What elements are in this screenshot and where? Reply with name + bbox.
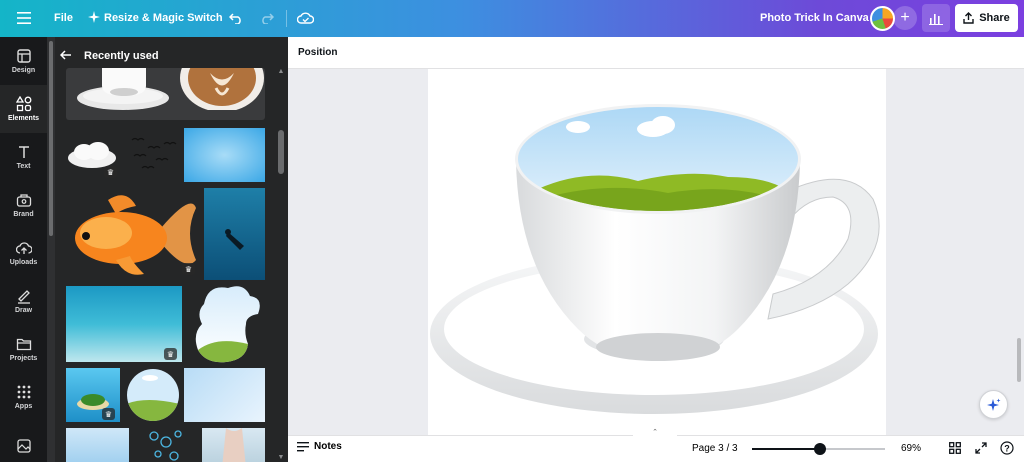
thumbnail-cloud[interactable]: ♛ [64, 134, 120, 178]
resize-label: Resize & Magic Switch [104, 12, 223, 24]
upload-icon [963, 12, 974, 24]
rail-item-elements[interactable]: Elements [0, 85, 47, 133]
premium-crown-icon: ♛ [104, 166, 117, 178]
bar-chart-icon [929, 13, 943, 25]
rail-item-design[interactable]: Design [0, 37, 47, 85]
zoom-slider-fill [752, 448, 820, 450]
thumbnail-tropical-island[interactable]: ♛ [66, 368, 120, 422]
add-collaborator-button[interactable]: + [893, 6, 917, 30]
zoom-level[interactable]: 69% [901, 443, 921, 454]
plus-icon: + [900, 9, 910, 26]
thumbnail-hand-photo[interactable] [202, 428, 265, 462]
context-toolbar [288, 37, 1024, 69]
design-icon [16, 49, 31, 63]
resize-magic-switch-button[interactable]: Resize & Magic Switch [88, 6, 223, 30]
avatar[interactable] [870, 6, 895, 31]
side-navigation: Design Elements Text Brand Uploads Draw … [0, 37, 47, 462]
scroll-up-arrow-icon[interactable]: ▲ [277, 68, 285, 76]
design-title[interactable]: Photo Trick In Canva [760, 12, 869, 24]
thumbnail-ocean-floor[interactable]: ♛ [66, 286, 182, 362]
premium-crown-icon: ♛ [102, 408, 115, 420]
rail-item-text[interactable]: Text [0, 133, 47, 181]
notes-label: Notes [314, 441, 342, 452]
image-icon [16, 439, 31, 453]
share-button[interactable]: Share [955, 4, 1018, 32]
recently-used-grid: ♛ ♛ ♛ ♛ [62, 68, 270, 462]
grid-view-icon[interactable] [947, 440, 963, 456]
panel-scrollbar-thumb[interactable] [278, 130, 284, 174]
back-arrow-icon[interactable] [59, 49, 72, 63]
rail-item-draw[interactable]: Draw [0, 277, 47, 325]
thumbnail-sky-partial[interactable] [66, 428, 129, 462]
thumbnail-sky-gradient[interactable] [184, 128, 265, 182]
rail-item-photos[interactable] [0, 431, 47, 461]
show-pages-button[interactable]: ⌃ [633, 428, 677, 437]
zoom-slider-knob[interactable] [813, 443, 826, 455]
thumbnail-cup-saucer[interactable] [74, 68, 172, 113]
redo-icon[interactable] [255, 6, 279, 30]
stage-scrollbar[interactable] [1017, 338, 1021, 382]
folder-icon [16, 338, 31, 351]
fullscreen-icon[interactable] [973, 440, 989, 456]
elements-icon [15, 96, 31, 112]
insights-button[interactable] [922, 4, 950, 32]
panel-title: Recently used [84, 50, 159, 62]
premium-crown-icon: ♛ [182, 263, 195, 275]
rail-item-brand[interactable]: Brand [0, 181, 47, 229]
apps-icon [17, 385, 30, 399]
draw-icon [17, 290, 30, 304]
page-count[interactable]: Page 3 / 3 [692, 443, 738, 454]
chevron-up-icon: ⌃ [652, 429, 658, 436]
design-page[interactable] [428, 69, 886, 435]
sparkle-icon [986, 398, 1000, 411]
svg-text:?: ? [1004, 444, 1010, 454]
zoom-slider[interactable] [752, 443, 885, 455]
notes-icon [297, 442, 309, 452]
brand-icon [16, 194, 31, 207]
rail-item-apps[interactable]: Apps [0, 373, 47, 421]
position-button[interactable]: Position [298, 47, 337, 58]
panel-header: Recently used [59, 44, 280, 68]
hamburger-menu-icon[interactable] [12, 6, 36, 30]
thumbnail-bubbles[interactable] [142, 428, 190, 462]
sparkle-icon [88, 10, 100, 26]
notes-button[interactable]: Notes [297, 441, 342, 452]
text-icon [18, 146, 29, 158]
scroll-down-arrow-icon[interactable]: ▼ [277, 454, 285, 462]
thumbnail-circle-landscape-frame[interactable] [126, 368, 180, 422]
help-icon[interactable]: ? [999, 440, 1015, 456]
magic-assistant-button[interactable] [979, 390, 1008, 419]
panel-scrollbar[interactable]: ▲ ▼ [277, 68, 285, 462]
thumbnail-cloud-landscape-frame[interactable] [186, 284, 266, 366]
undo-icon[interactable] [224, 6, 248, 30]
premium-crown-icon: ♛ [164, 348, 177, 360]
thumbnail-goldfish[interactable]: ♛ [66, 188, 198, 280]
teacup-sky-image[interactable] [428, 69, 886, 435]
rail-scrollbar[interactable] [47, 37, 55, 462]
share-label: Share [979, 12, 1010, 24]
uploads-icon [15, 242, 32, 254]
toolbar-divider [286, 10, 287, 27]
cloud-save-icon[interactable] [293, 6, 317, 30]
top-bar: File Resize & Magic Switch Photo Trick I… [0, 0, 1024, 37]
file-menu-button[interactable]: File [54, 12, 73, 24]
thumbnail-latte-art[interactable] [180, 68, 265, 110]
rail-item-projects[interactable]: Projects [0, 325, 47, 373]
rail-item-uploads[interactable]: Uploads [0, 229, 47, 277]
thumbnail-light-sky-gradient[interactable] [184, 368, 265, 422]
thumbnail-birds[interactable] [124, 130, 182, 182]
thumbnail-underwater-diver[interactable] [204, 188, 265, 280]
